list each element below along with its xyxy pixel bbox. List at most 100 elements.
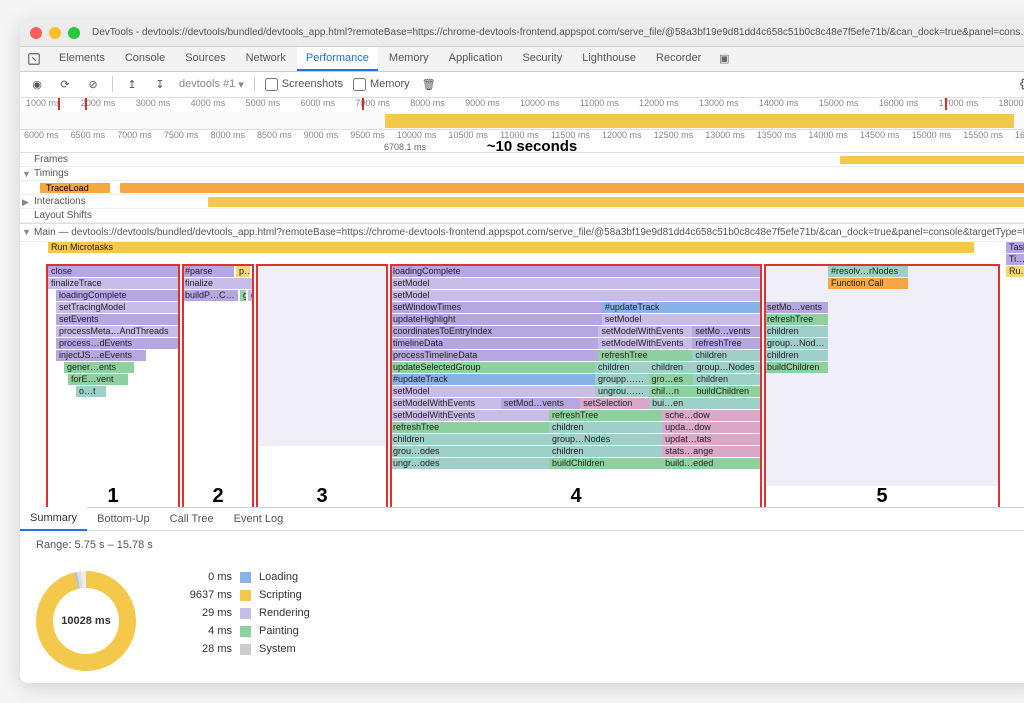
flame-entry[interactable]: setModel	[390, 290, 760, 301]
tab-security[interactable]: Security	[513, 47, 571, 71]
flame-chart[interactable]: Task Task Run Microtasks Ti…ed Ru…ks clo…	[20, 242, 1024, 507]
flame-entry[interactable]: loadingComplete	[390, 266, 760, 277]
reload-record-button[interactable]: ⟳	[56, 75, 74, 93]
flame-entry[interactable]: #parse	[182, 266, 234, 277]
flame-entry[interactable]: setModel	[390, 386, 595, 397]
flame-entry[interactable]: stats…ange	[662, 446, 760, 457]
flame-entry[interactable]: Function Call	[828, 278, 908, 289]
minimize-window-button[interactable]	[49, 27, 61, 39]
flame-entry[interactable]: o…t	[76, 386, 106, 397]
frames-track[interactable]: Frames	[20, 153, 1024, 167]
flame-entry[interactable]: children	[693, 374, 760, 385]
settings-button[interactable]	[1018, 75, 1024, 93]
recorder-preview-icon[interactable]: ▣	[716, 51, 732, 67]
flame-entry[interactable]: setModelWithEvents	[390, 410, 549, 421]
flame-entry[interactable]: setTracingModel	[56, 302, 178, 313]
flame-entry[interactable]: setModelWithEvents	[390, 398, 501, 409]
screenshots-checkbox[interactable]: Screenshots	[265, 78, 343, 91]
tab-application[interactable]: Application	[440, 47, 512, 71]
flame-entry[interactable]: setMo…vents	[692, 326, 760, 337]
flame-entry[interactable]: grou…odes	[390, 446, 549, 457]
flame-entry[interactable]: finalize	[182, 278, 252, 289]
inspect-icon[interactable]	[26, 51, 42, 67]
flame-entry[interactable]: processMeta…AndThreads	[56, 326, 178, 337]
record-button[interactable]: ◉	[28, 75, 46, 93]
flame-entry[interactable]: upda…dow	[662, 422, 760, 433]
interactions-track[interactable]: ▶Interactions	[20, 195, 1024, 209]
flame-entry[interactable]: setModelWithEvents	[598, 338, 692, 349]
flame-entry[interactable]: loadingComplete	[56, 290, 178, 301]
flame-entry[interactable]: buildChildren	[693, 386, 760, 397]
flame-entry[interactable]: d…	[248, 290, 254, 301]
flame-entry[interactable]: gro…es	[649, 374, 694, 385]
flame-entry[interactable]: setMod…vents	[501, 398, 580, 409]
dtab-event-log[interactable]: Event Log	[224, 508, 294, 530]
flame-entry[interactable]: build…eded	[662, 458, 760, 469]
flame-entry[interactable]: coordinatesToEntryIndex	[390, 326, 598, 337]
flame-entry[interactable]: updateHighlight	[390, 314, 602, 325]
flame-entry[interactable]: updat…tats	[662, 434, 760, 445]
download-button[interactable]: ↧	[151, 75, 169, 93]
flame-entry[interactable]: buildP…Calls	[182, 290, 238, 301]
maximize-window-button[interactable]	[68, 27, 80, 39]
flame-entry[interactable]: ungrou…Nodes	[595, 386, 649, 397]
flame-entry[interactable]: children	[692, 350, 760, 361]
flame-entry[interactable]: gener…ents	[64, 362, 134, 373]
layout-shifts-track[interactable]: Layout Shifts	[20, 209, 1024, 223]
close-window-button[interactable]	[30, 27, 42, 39]
flame-entry[interactable]: setMo…vents	[764, 302, 828, 313]
flame-entry[interactable]: updateSelectedGroup	[390, 362, 595, 373]
flame-entry[interactable]: refreshTree	[598, 350, 692, 361]
flame-timed[interactable]: Ti…ed	[1006, 254, 1024, 265]
flame-entry[interactable]: timelineData	[390, 338, 598, 349]
tab-network[interactable]: Network	[237, 47, 295, 71]
flame-entry[interactable]: p…	[236, 266, 250, 277]
memory-checkbox[interactable]: Memory	[353, 78, 410, 91]
flame-entry[interactable]: close	[48, 266, 178, 277]
flame-entry[interactable]: buildChildren	[764, 362, 828, 373]
flame-entry[interactable]: ungr…odes	[390, 458, 549, 469]
flame-entry[interactable]: refreshTree	[549, 410, 662, 421]
dtab-call-tree[interactable]: Call Tree	[160, 508, 224, 530]
flame-entry[interactable]: setModel	[602, 314, 760, 325]
flame-entry[interactable]: #resolv…rNodes	[828, 266, 908, 277]
flame-entry[interactable]: refreshTree	[764, 314, 828, 325]
flame-entry[interactable]: finalizeTrace	[48, 278, 178, 289]
flame-entry[interactable]: group…Nodes	[764, 338, 828, 349]
tab-lighthouse[interactable]: Lighthouse	[573, 47, 645, 71]
flame-entry[interactable]: process…dEvents	[56, 338, 178, 349]
tab-memory[interactable]: Memory	[380, 47, 438, 71]
clear-button[interactable]: ⊘	[84, 75, 102, 93]
flame-entry[interactable]: children	[764, 350, 828, 361]
flame-entry[interactable]: setModelWithEvents	[598, 326, 692, 337]
flame-entry[interactable]: setModel	[390, 278, 760, 289]
flame-entry[interactable]: children	[549, 446, 662, 457]
flame-ruks[interactable]: Ru…ks	[1006, 266, 1024, 277]
flame-entry[interactable]: children	[595, 362, 649, 373]
timeline-ruler[interactable]: 6000 ms6500 ms7000 ms7500 ms8000 ms8500 …	[20, 130, 1024, 153]
flame-entry[interactable]: groupp…Nodes	[595, 374, 649, 385]
flame-entry[interactable]: bui…en	[649, 398, 760, 409]
flame-entry[interactable]: refreshTree	[390, 422, 549, 433]
traceload-timing[interactable]: TraceLoad	[20, 181, 1024, 195]
tab-console[interactable]: Console	[116, 47, 174, 71]
flame-entry[interactable]: g…	[240, 290, 246, 301]
upload-button[interactable]: ↥	[123, 75, 141, 93]
flame-entry[interactable]: injectJS…eEvents	[56, 350, 146, 361]
tab-recorder[interactable]: Recorder	[647, 47, 710, 71]
flame-entry[interactable]: sche…dow	[662, 410, 760, 421]
tab-sources[interactable]: Sources	[176, 47, 234, 71]
flame-entry[interactable]: forE…vent	[68, 374, 128, 385]
flame-entry[interactable]: group…Nodes	[693, 362, 760, 373]
overview-ruler[interactable]: 1000 ms2000 ms3000 ms4000 ms5000 ms6000 …	[20, 98, 1024, 130]
flame-entry[interactable]: chil…n	[649, 386, 694, 397]
flame-entry[interactable]: #updateTrack	[390, 374, 595, 385]
flame-entry[interactable]: children	[649, 362, 694, 373]
dtab-bottom-up[interactable]: Bottom-Up	[87, 508, 160, 530]
flame-entry[interactable]: children	[390, 434, 549, 445]
gc-button[interactable]: 🗑	[420, 75, 438, 93]
flame-entry[interactable]: children	[764, 326, 828, 337]
flame-entry[interactable]: group…Nodes	[549, 434, 662, 445]
flame-entry[interactable]: children	[549, 422, 662, 433]
profile-selector[interactable]: devtools #1 ▾	[179, 78, 244, 91]
